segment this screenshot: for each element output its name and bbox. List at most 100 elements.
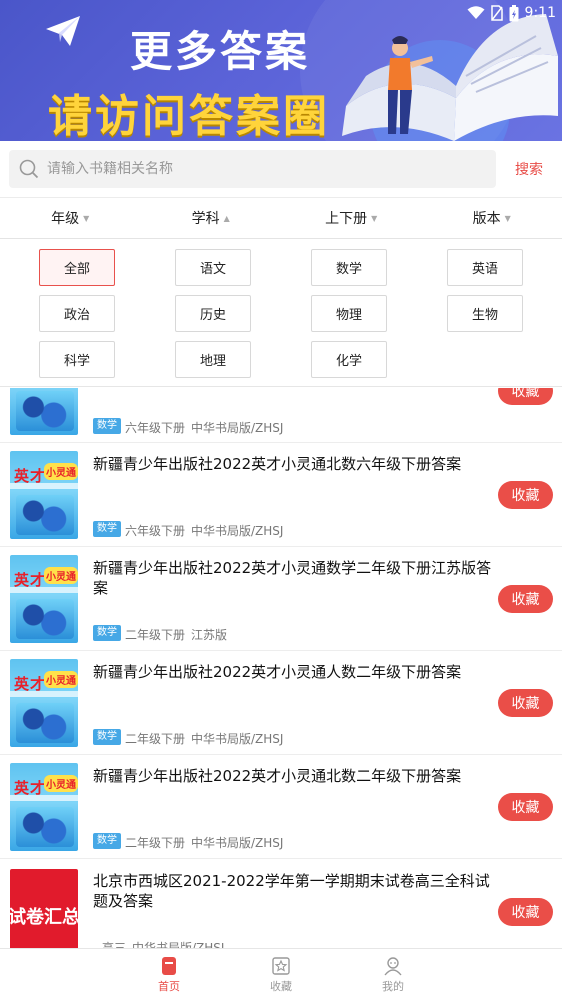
grade-text: 高三 [102, 941, 127, 948]
book-cover: 英才 小灵通 [10, 451, 78, 539]
nav-favorites[interactable]: 收藏 [251, 949, 311, 999]
book-title: 北京市西城区2021-2022学年第一学期期末试卷高三全科试题及答案 [93, 872, 490, 910]
cover-strip [10, 587, 78, 593]
home-icon [162, 956, 176, 975]
grade-text: 二年级下册 [125, 836, 186, 850]
grade-text: 二年级下册 [125, 732, 186, 746]
battery-icon [509, 4, 519, 21]
promo-banner[interactable]: 更多答案 请访问答案圈 9:11 [0, 0, 562, 141]
book-cover: 英才 小灵通 [10, 388, 78, 435]
subject-badge: 数学 [93, 833, 121, 849]
cover-figure [16, 599, 74, 639]
nav-profile[interactable]: 我的 [363, 949, 423, 999]
cover-strip [10, 795, 78, 801]
cover-tag: 小灵通 [44, 463, 78, 480]
nav-label: 首页 [158, 979, 180, 993]
filter-label: 版本 [472, 211, 501, 227]
status-time: 9:11 [524, 5, 556, 21]
subject-chip-geography[interactable]: 地理 [175, 341, 251, 378]
cover-strip [10, 691, 78, 697]
subject-chip-history[interactable]: 历史 [175, 295, 251, 332]
list-item[interactable]: 英才 小灵通 新疆青少年出版社2022英才小灵通人数二年级下册答案 数学 二年级… [0, 651, 562, 755]
grade-text: 六年级下册 [125, 524, 186, 538]
cover-figure [16, 495, 74, 535]
subject-chip-politics[interactable]: 政治 [39, 295, 115, 332]
search-box[interactable] [9, 150, 496, 188]
banner-subtitle: 请访问答案圈 [48, 91, 330, 141]
cover-tag: 小灵通 [44, 671, 78, 688]
favorite-button[interactable]: 收藏 [498, 481, 553, 509]
subject-chip-english[interactable]: 英语 [447, 249, 523, 286]
cover-tag: 小灵通 [44, 775, 78, 792]
book-title: 新疆青少年出版社2022英才小灵通北数六年级下册答案 [93, 455, 462, 473]
subject-badge: 数学 [93, 418, 121, 434]
subject-chip-science[interactable]: 科学 [39, 341, 115, 378]
book-title: 新疆青少年出版社2022英才小灵通人数二年级下册答案 [93, 663, 462, 681]
cover-figure [16, 807, 74, 847]
filter-edition[interactable]: 版本 ▼ [422, 198, 562, 238]
search-input[interactable] [47, 161, 467, 177]
search-button[interactable]: 搜索 [503, 150, 555, 188]
favorite-button[interactable]: 收藏 [498, 793, 553, 821]
book-cover: 英才 小灵通 [10, 659, 78, 747]
nav-label: 我的 [382, 979, 404, 993]
wifi-icon [467, 6, 485, 19]
book-list[interactable]: 英才 小灵通 数学 六年级下册 中华书局版/ZHSJ 收藏 英才 小灵通 新疆青… [0, 388, 562, 948]
nav-home[interactable]: 首页 [139, 949, 199, 999]
exam-cover: 试卷汇总 [10, 869, 78, 948]
book-title: 新疆青少年出版社2022英才小灵通数学二年级下册江苏版答案 [93, 559, 492, 597]
book-cover: 英才 小灵通 [10, 555, 78, 643]
status-bar: 9:11 [467, 2, 556, 24]
favorite-button[interactable]: 收藏 [498, 689, 553, 717]
list-item[interactable]: 英才 小灵通 新疆青少年出版社2022英才小灵通北数二年级下册答案 数学 二年级… [0, 755, 562, 859]
filter-label: 年级 [51, 211, 80, 227]
subject-chip-chemistry[interactable]: 化学 [311, 341, 387, 378]
subject-dropdown-panel: 全部 语文 数学 英语 政治 历史 物理 生物 科学 地理 化学 [0, 239, 562, 387]
list-item[interactable]: 英才 小灵通 新疆青少年出版社2022英才小灵通北数六年级下册答案 数学 六年级… [0, 443, 562, 547]
cover-strip [10, 483, 78, 489]
subject-chip-chinese[interactable]: 语文 [175, 249, 251, 286]
user-icon [384, 956, 402, 975]
search-icon [19, 159, 39, 179]
cover-tag: 小灵通 [44, 567, 78, 584]
filter-grade[interactable]: 年级 ▼ [0, 198, 141, 238]
banner-title: 更多答案 [130, 27, 311, 76]
filter-tabs: 年级 ▼ 学科 ▲ 上下册 ▼ 版本 ▼ [0, 197, 562, 239]
paper-plane-icon [46, 16, 80, 46]
book-title: 新疆青少年出版社2022英才小灵通北数二年级下册答案 [93, 767, 462, 785]
subject-chip-all[interactable]: 全部 [39, 249, 115, 286]
list-item[interactable]: 英才 小灵通 新疆青少年出版社2022英才小灵通数学二年级下册江苏版答案 数学 … [0, 547, 562, 651]
grade-text: 二年级下册 [125, 628, 186, 642]
caret-up-icon: ▲ [223, 213, 230, 223]
filter-subject[interactable]: 学科 ▲ [141, 198, 282, 238]
grade-text: 六年级下册 [125, 421, 186, 435]
cover-figure [16, 391, 74, 431]
list-item[interactable]: 英才 小灵通 数学 六年级下册 中华书局版/ZHSJ 收藏 [0, 388, 562, 443]
subject-badge: 数学 [93, 729, 121, 745]
bottom-nav: 首页 收藏 我的 [0, 948, 562, 999]
edition-text: 中华书局版/ZHSJ [191, 421, 284, 435]
favorite-button[interactable]: 收藏 [498, 898, 553, 926]
edition-text: 中华书局版/ZHSJ [191, 836, 284, 850]
caret-down-icon: ▼ [371, 213, 378, 223]
open-book-illustration [342, 14, 558, 141]
book-cover: 英才 小灵通 [10, 763, 78, 851]
edition-text: 中华书局版/ZHSJ [132, 941, 225, 948]
filter-label: 学科 [191, 211, 220, 227]
filter-label: 上下册 [325, 211, 368, 227]
favorite-button[interactable]: 收藏 [498, 585, 553, 613]
app-screen: 更多答案 请访问答案圈 9:11 搜索 [0, 0, 562, 999]
subject-chip-math[interactable]: 数学 [311, 249, 387, 286]
favorite-button[interactable]: 收藏 [498, 388, 553, 405]
cover-title: 试卷汇总 [10, 907, 78, 928]
search-bar: 搜索 [0, 141, 562, 197]
subject-chip-biology[interactable]: 生物 [447, 295, 523, 332]
subject-badge: 数学 [93, 625, 121, 641]
filter-volume[interactable]: 上下册 ▼ [281, 198, 422, 238]
no-sim-icon [490, 5, 503, 21]
subject-chip-physics[interactable]: 物理 [311, 295, 387, 332]
list-item[interactable]: 试卷汇总 北京市西城区2021-2022学年第一学期期末试卷高三全科试题及答案 … [0, 859, 562, 948]
star-icon [272, 956, 290, 975]
subject-badge: 数学 [93, 521, 121, 537]
edition-text: 中华书局版/ZHSJ [191, 732, 284, 746]
